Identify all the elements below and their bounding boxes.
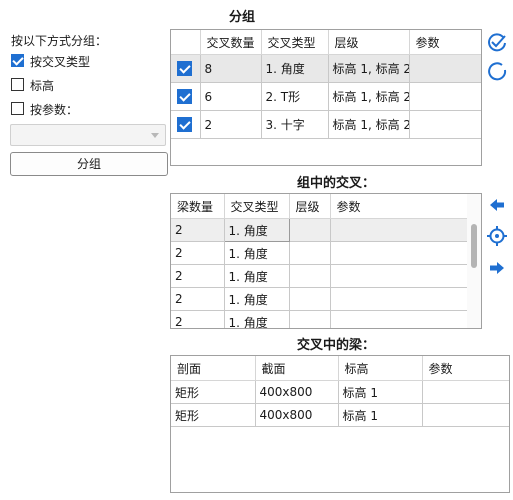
- intersections-header-param[interactable]: 参数: [330, 194, 468, 219]
- row-checkbox[interactable]: [177, 117, 192, 132]
- cell-param[interactable]: [409, 82, 481, 111]
- cell-level[interactable]: 标高 1, 标高 2: [328, 110, 410, 139]
- option-level-checkbox[interactable]: [11, 78, 24, 91]
- cell-count[interactable]: 6: [200, 82, 262, 111]
- cell-level[interactable]: [289, 241, 331, 265]
- row-checkbox-cell: [171, 82, 201, 111]
- table-row[interactable]: 矩形 400x800 标高 1: [171, 403, 509, 427]
- row-checkbox[interactable]: [177, 89, 192, 104]
- cell-type[interactable]: 1. 角度: [261, 54, 329, 83]
- beams-table: 剖面 截面 标高 参数 矩形 400x800 标高 1 矩形 400x800 标…: [171, 356, 509, 427]
- cell-type[interactable]: 1. 角度: [223, 218, 290, 242]
- cell-level[interactable]: [289, 310, 331, 328]
- cell-type[interactable]: 1. 角度: [224, 287, 290, 311]
- cell-count[interactable]: 2: [200, 110, 262, 139]
- groups-header-param[interactable]: 参数: [409, 30, 481, 55]
- cell-level[interactable]: [289, 218, 331, 242]
- crosshair-icon[interactable]: [486, 225, 508, 247]
- cell-param[interactable]: [330, 287, 468, 311]
- groups-header-level[interactable]: 层级: [328, 30, 410, 55]
- cell-type[interactable]: 1. 角度: [224, 310, 290, 328]
- intersections-header-level[interactable]: 层级: [289, 194, 331, 219]
- cell-param[interactable]: [409, 54, 481, 83]
- groups-header-count[interactable]: 交叉数量: [200, 30, 262, 55]
- cell-param[interactable]: [330, 310, 468, 328]
- cell-type[interactable]: 3. 十字: [261, 110, 329, 139]
- table-row[interactable]: 矩形 400x800 标高 1: [171, 380, 509, 404]
- arrow-left-icon[interactable]: [487, 195, 507, 215]
- cell-type[interactable]: 2. T形: [261, 82, 329, 111]
- table-row[interactable]: 2 1. 角度: [171, 218, 468, 242]
- cell-level[interactable]: 标高 1: [338, 380, 423, 404]
- intersections-table: 梁数量 交叉类型 层级 参数 2 1. 角度 2 1. 角度 2 1. 角度 2…: [171, 194, 468, 328]
- row-checkbox-cell: [171, 54, 201, 83]
- groups-header-check: [171, 30, 201, 55]
- row-checkbox-cell: [171, 110, 201, 139]
- cell-count[interactable]: 8: [200, 54, 262, 83]
- option-by-param-label: 按参数：: [30, 103, 79, 117]
- beams-table-panel: 剖面 截面 标高 参数 矩形 400x800 标高 1 矩形 400x800 标…: [170, 355, 510, 493]
- cell-level[interactable]: 标高 1: [338, 403, 423, 427]
- beams-title: 交叉中的梁：: [297, 338, 376, 353]
- cell-count[interactable]: 2: [171, 310, 225, 328]
- option-by-type-label: 按交叉类型: [30, 55, 91, 69]
- table-row[interactable]: 6 2. T形 标高 1, 标高 2: [171, 82, 481, 111]
- cell-type[interactable]: 1. 角度: [224, 264, 290, 288]
- groups-table-panel: 交叉数量 交叉类型 层级 参数 8 1. 角度 标高 1, 标高 2 6 2. …: [170, 29, 482, 166]
- intersections-title: 组中的交叉：: [297, 176, 376, 191]
- table-row[interactable]: 2 3. 十字 标高 1, 标高 2: [171, 110, 481, 139]
- cell-level[interactable]: [289, 287, 331, 311]
- table-row[interactable]: 2 1. 角度: [171, 310, 468, 328]
- intersections-scrollbar-thumb[interactable]: [471, 224, 477, 268]
- beams-header-profile[interactable]: 剖面: [171, 356, 256, 381]
- group-button[interactable]: 分组: [10, 152, 168, 176]
- table-row[interactable]: 2 1. 角度: [171, 241, 468, 265]
- row-checkbox[interactable]: [177, 61, 192, 76]
- cell-count[interactable]: 2: [171, 287, 225, 311]
- intersections-header-type[interactable]: 交叉类型: [224, 194, 290, 219]
- group-by-label: 按以下方式分组：: [11, 34, 108, 48]
- groups-title: 分组: [229, 10, 256, 25]
- table-row[interactable]: 2 1. 角度: [171, 264, 468, 288]
- beams-header-section[interactable]: 截面: [255, 356, 339, 381]
- cell-section[interactable]: 400x800: [255, 403, 339, 427]
- groups-table: 交叉数量 交叉类型 层级 参数 8 1. 角度 标高 1, 标高 2 6 2. …: [171, 30, 481, 139]
- cell-param[interactable]: [409, 110, 481, 139]
- cell-count[interactable]: 2: [171, 264, 225, 288]
- option-by-param-checkbox[interactable]: [11, 102, 24, 115]
- param-select-value: [11, 128, 15, 142]
- table-row[interactable]: 2 1. 角度: [171, 287, 468, 311]
- cell-param[interactable]: [330, 241, 468, 265]
- cell-level[interactable]: [289, 264, 331, 288]
- cell-count[interactable]: 2: [171, 241, 225, 265]
- option-level-label: 标高: [30, 79, 55, 93]
- option-by-type-checkbox[interactable]: [11, 54, 24, 67]
- check-all-icon[interactable]: [486, 32, 508, 54]
- param-select[interactable]: [10, 124, 166, 146]
- arrow-right-icon[interactable]: [487, 258, 507, 278]
- table-row[interactable]: 8 1. 角度 标高 1, 标高 2: [171, 54, 481, 83]
- cell-count[interactable]: 2: [171, 218, 225, 242]
- intersections-header-count[interactable]: 梁数量: [171, 194, 225, 219]
- cell-param[interactable]: [422, 403, 509, 427]
- uncheck-all-icon[interactable]: [486, 61, 508, 83]
- groups-header-type[interactable]: 交叉类型: [261, 30, 329, 55]
- cell-type[interactable]: 1. 角度: [224, 241, 290, 265]
- intersections-scrollbar[interactable]: [467, 194, 481, 328]
- intersections-table-panel: 梁数量 交叉类型 层级 参数 2 1. 角度 2 1. 角度 2 1. 角度 2…: [170, 193, 482, 329]
- cell-profile[interactable]: 矩形: [171, 403, 256, 427]
- beams-header-param[interactable]: 参数: [422, 356, 509, 381]
- cell-profile[interactable]: 矩形: [171, 380, 256, 404]
- cell-param[interactable]: [422, 380, 509, 404]
- cell-level[interactable]: 标高 1, 标高 2: [328, 82, 410, 111]
- cell-level[interactable]: 标高 1, 标高 2: [328, 54, 410, 83]
- cell-param[interactable]: [330, 264, 468, 288]
- beams-header-level[interactable]: 标高: [338, 356, 423, 381]
- cell-section[interactable]: 400x800: [255, 380, 339, 404]
- cell-param[interactable]: [330, 218, 468, 242]
